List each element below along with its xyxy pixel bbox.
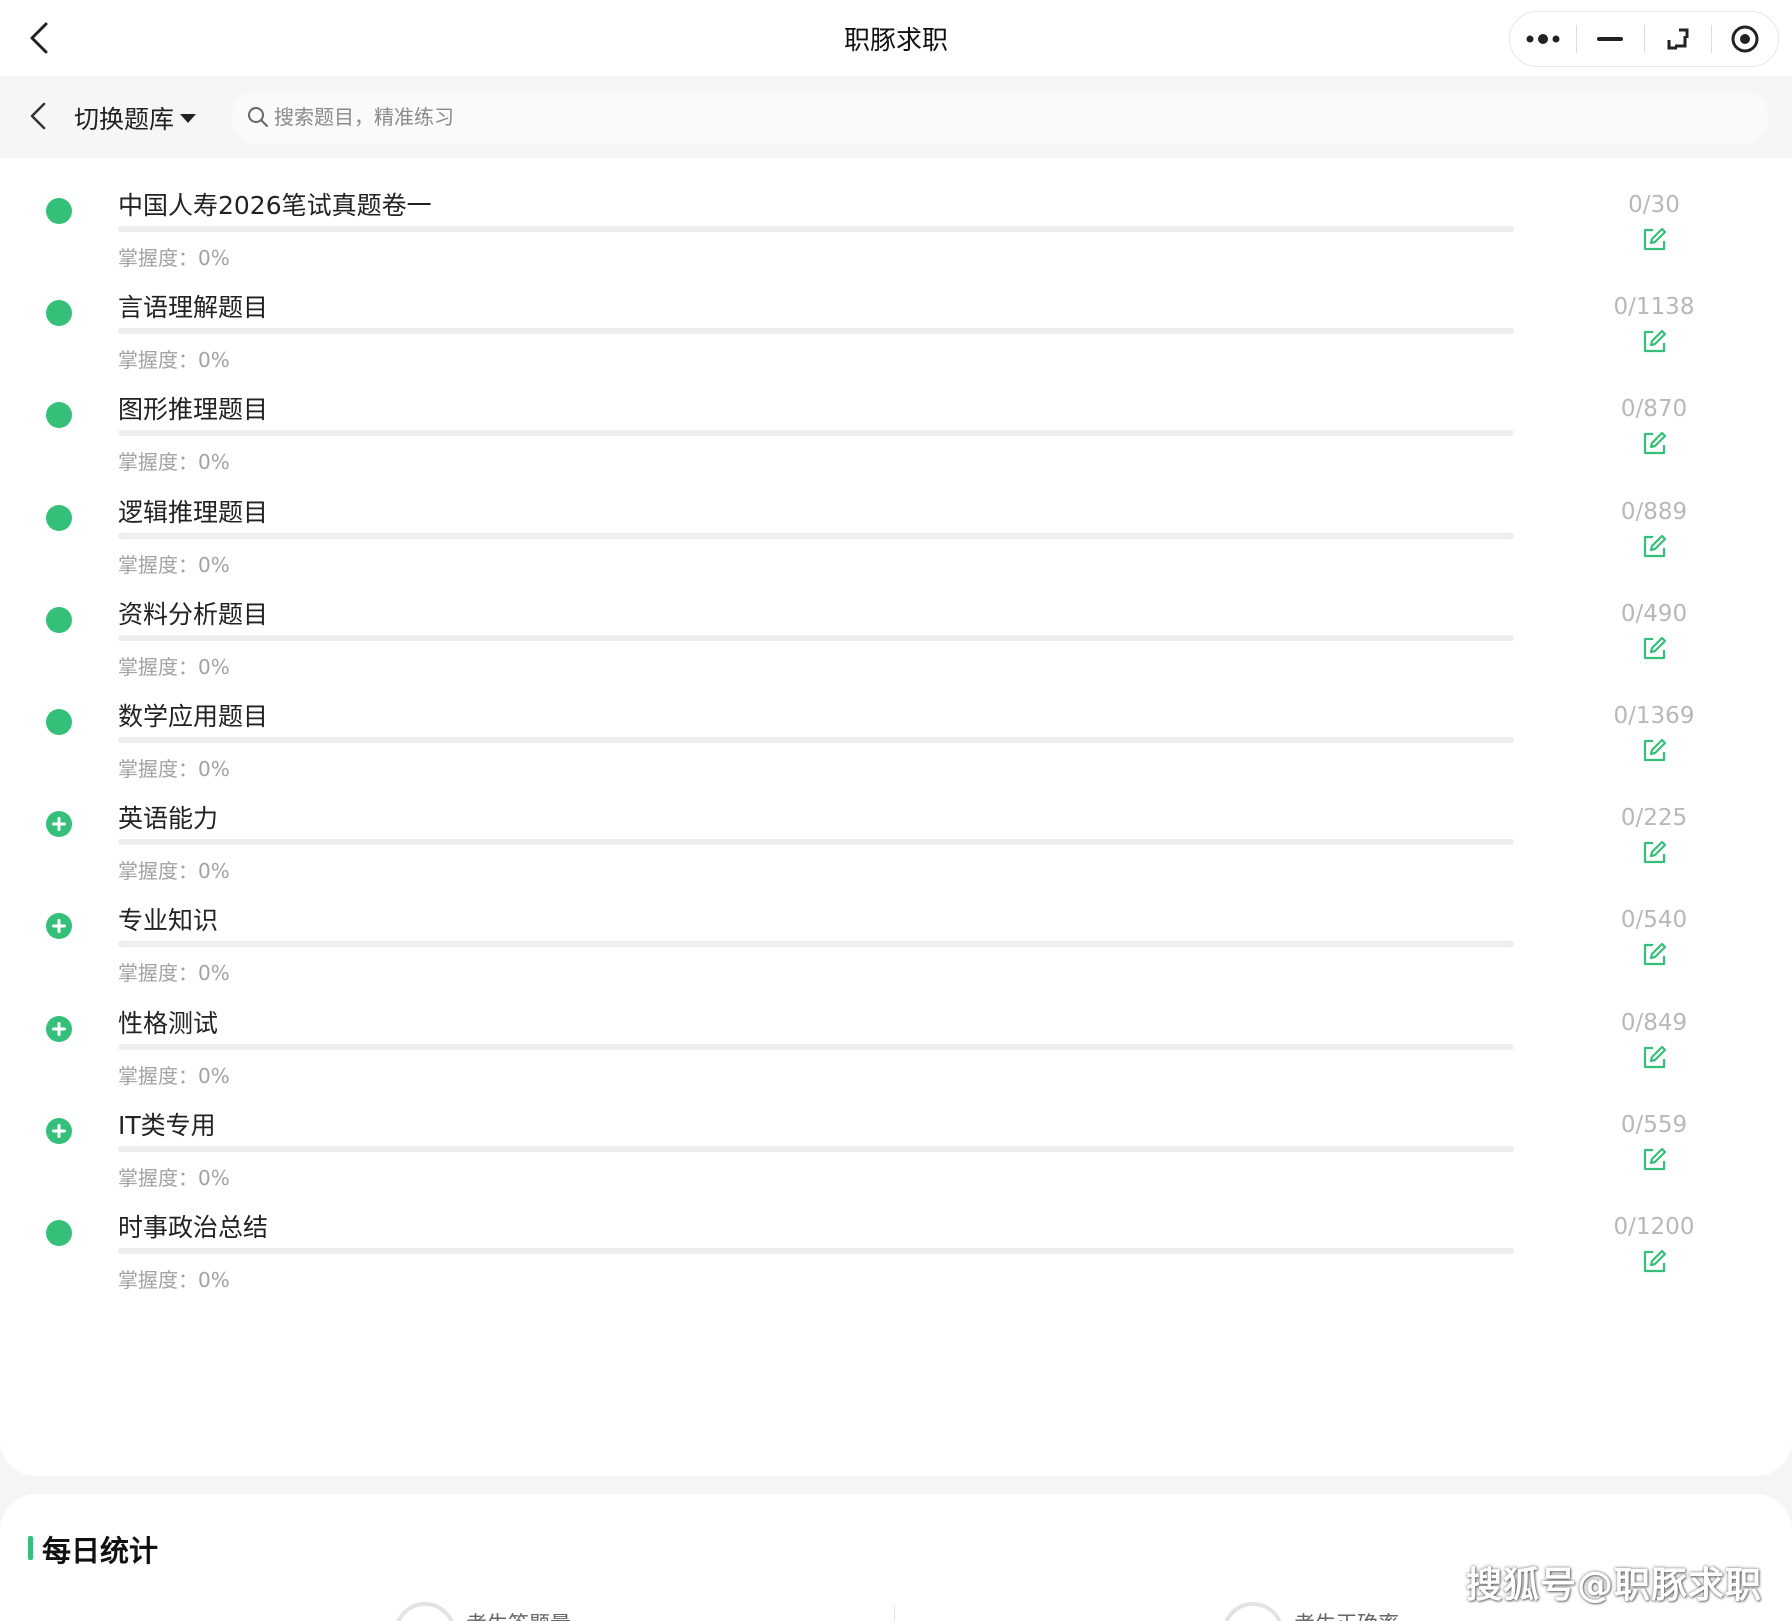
- category-row[interactable]: 数学应用题目 掌握度：0% 0/1369: [0, 671, 1792, 788]
- category-row[interactable]: 逻辑推理题目 掌握度：0% 0/889: [0, 467, 1792, 584]
- question-count: 0/559: [1620, 1111, 1688, 1138]
- question-count: 0/1138: [1613, 294, 1695, 321]
- practice-edit-icon[interactable]: [1640, 1248, 1668, 1276]
- category-row[interactable]: 时事政治总结掌握度：0% 0/1200: [0, 1182, 1792, 1299]
- category-name: 逻辑推理题目: [118, 497, 269, 527]
- daily-stats-title: 每日统计: [42, 1534, 159, 1568]
- minimize-button[interactable]: [1577, 12, 1643, 66]
- category-name: 数学应用题目: [118, 702, 269, 731]
- category-row[interactable]: IT类专用 掌握度：0% 0/559: [0, 1080, 1792, 1197]
- mastery-progress-bar: [118, 532, 1514, 539]
- more-button[interactable]: [1510, 12, 1576, 66]
- answer-count-ring: [394, 1602, 456, 1621]
- mastery-label: 掌握度：0%: [118, 1268, 230, 1292]
- search-icon: [248, 107, 268, 127]
- practice-edit-icon[interactable]: [1640, 1146, 1668, 1174]
- section-accent-bar: [28, 1536, 33, 1560]
- mastery-progress-bar: [118, 328, 1514, 335]
- question-count: 0/1200: [1613, 1214, 1695, 1240]
- category-name: 专业知识: [118, 906, 219, 936]
- mastery-progress-bar: [118, 430, 1514, 437]
- category-row[interactable]: 言语理解题目 掌握度：0% 0/1138: [0, 262, 1792, 379]
- mastery-progress-bar: [118, 737, 1514, 743]
- mini-program-capsule: [1509, 11, 1779, 67]
- category-name: 时事政治总结: [118, 1213, 269, 1242]
- category-name: 言语理解题目: [118, 293, 269, 323]
- status-dot: [46, 300, 72, 327]
- accuracy-ring: [1222, 1602, 1284, 1621]
- mastery-progress-bar: [118, 1043, 1514, 1050]
- mastery-progress-bar: [118, 839, 1514, 846]
- category-name: 图形推理题目: [118, 395, 269, 425]
- mastery-progress-bar: [118, 634, 1514, 641]
- search-input[interactable]: [274, 105, 874, 129]
- practice-edit-icon[interactable]: [1640, 635, 1668, 663]
- switch-bank-label: 切换题库: [74, 105, 175, 134]
- switch-window-button[interactable]: [1645, 12, 1711, 66]
- search-box[interactable]: [232, 90, 1768, 144]
- status-dot: [46, 198, 72, 224]
- back-arrow-icon[interactable]: [24, 98, 54, 134]
- accuracy-label: 考生正确率: [1294, 1608, 1399, 1621]
- category-name: 资料分析题目: [118, 599, 269, 629]
- expand-plus-icon[interactable]: [46, 1015, 72, 1042]
- close-button[interactable]: [1712, 12, 1778, 66]
- answer-count-label: 考生答题量: [466, 1608, 571, 1621]
- question-count: 0/540: [1620, 907, 1688, 934]
- category-name: 中国人寿2026笔试真题卷一: [118, 191, 432, 220]
- mastery-progress-bar: [118, 1248, 1514, 1254]
- switch-bank-dropdown[interactable]: 切换题库: [74, 100, 197, 136]
- question-count: 0/225: [1620, 805, 1688, 832]
- watermark: 搜狐号@职豚求职: [1466, 1565, 1763, 1606]
- practice-edit-icon[interactable]: [1640, 941, 1668, 969]
- category-name: 性格测试: [118, 1008, 219, 1038]
- expand-plus-icon[interactable]: [46, 1117, 72, 1144]
- status-dot: [46, 1220, 72, 1246]
- practice-edit-icon[interactable]: [1640, 737, 1668, 765]
- question-count: 0/870: [1620, 396, 1688, 423]
- status-dot: [46, 402, 72, 429]
- category-row[interactable]: 专业知识 掌握度：0% 0/540: [0, 875, 1792, 992]
- practice-edit-icon[interactable]: [1640, 226, 1668, 254]
- mastery-progress-bar: [118, 941, 1514, 948]
- category-row[interactable]: 性格测试 掌握度：0% 0/849: [0, 978, 1792, 1095]
- category-list: 中国人寿2026笔试真题卷一 掌握度：0% 0/30 言语理解题目 掌握度：0% 0/11…: [0, 158, 1792, 1476]
- practice-edit-icon[interactable]: [1640, 328, 1668, 356]
- caret-down-icon: [180, 113, 197, 123]
- category-name: 英语能力: [118, 804, 219, 834]
- category-row[interactable]: 图形推理题目 掌握度：0% 0/870: [0, 364, 1792, 481]
- question-count: 0/30: [1628, 192, 1680, 218]
- status-dot: [46, 504, 72, 531]
- question-count: 0/889: [1620, 498, 1688, 525]
- practice-edit-icon[interactable]: [1640, 1044, 1668, 1072]
- category-row[interactable]: 资料分析题目 掌握度：0% 0/490: [0, 569, 1792, 686]
- category-row[interactable]: 英语能力 掌握度：0% 0/225: [0, 773, 1792, 890]
- mastery-progress-bar: [118, 1145, 1514, 1152]
- question-count: 0/1369: [1613, 703, 1695, 729]
- category-row[interactable]: 中国人寿2026笔试真题卷一 掌握度：0% 0/30: [0, 160, 1792, 277]
- target-close-icon: [1731, 25, 1759, 53]
- status-dot: [46, 709, 72, 735]
- expand-plus-icon[interactable]: [46, 913, 72, 940]
- status-dot: [46, 606, 72, 633]
- more-dots-icon: [1526, 34, 1560, 44]
- practice-edit-icon[interactable]: [1640, 430, 1668, 458]
- practice-edit-icon[interactable]: [1640, 533, 1668, 561]
- mastery-progress-bar: [118, 226, 1514, 232]
- expand-plus-icon[interactable]: [46, 811, 72, 838]
- question-count: 0/490: [1620, 600, 1688, 627]
- stats-divider: [894, 1606, 895, 1621]
- practice-edit-icon[interactable]: [1640, 839, 1668, 867]
- switch-window-icon: [1667, 28, 1689, 50]
- minimize-icon: [1597, 37, 1624, 41]
- question-count: 0/849: [1620, 1009, 1688, 1036]
- category-name: IT类专用: [118, 1110, 216, 1140]
- search-row: 切换题库: [0, 76, 1792, 158]
- title-bar: 职豚求职: [0, 0, 1792, 76]
